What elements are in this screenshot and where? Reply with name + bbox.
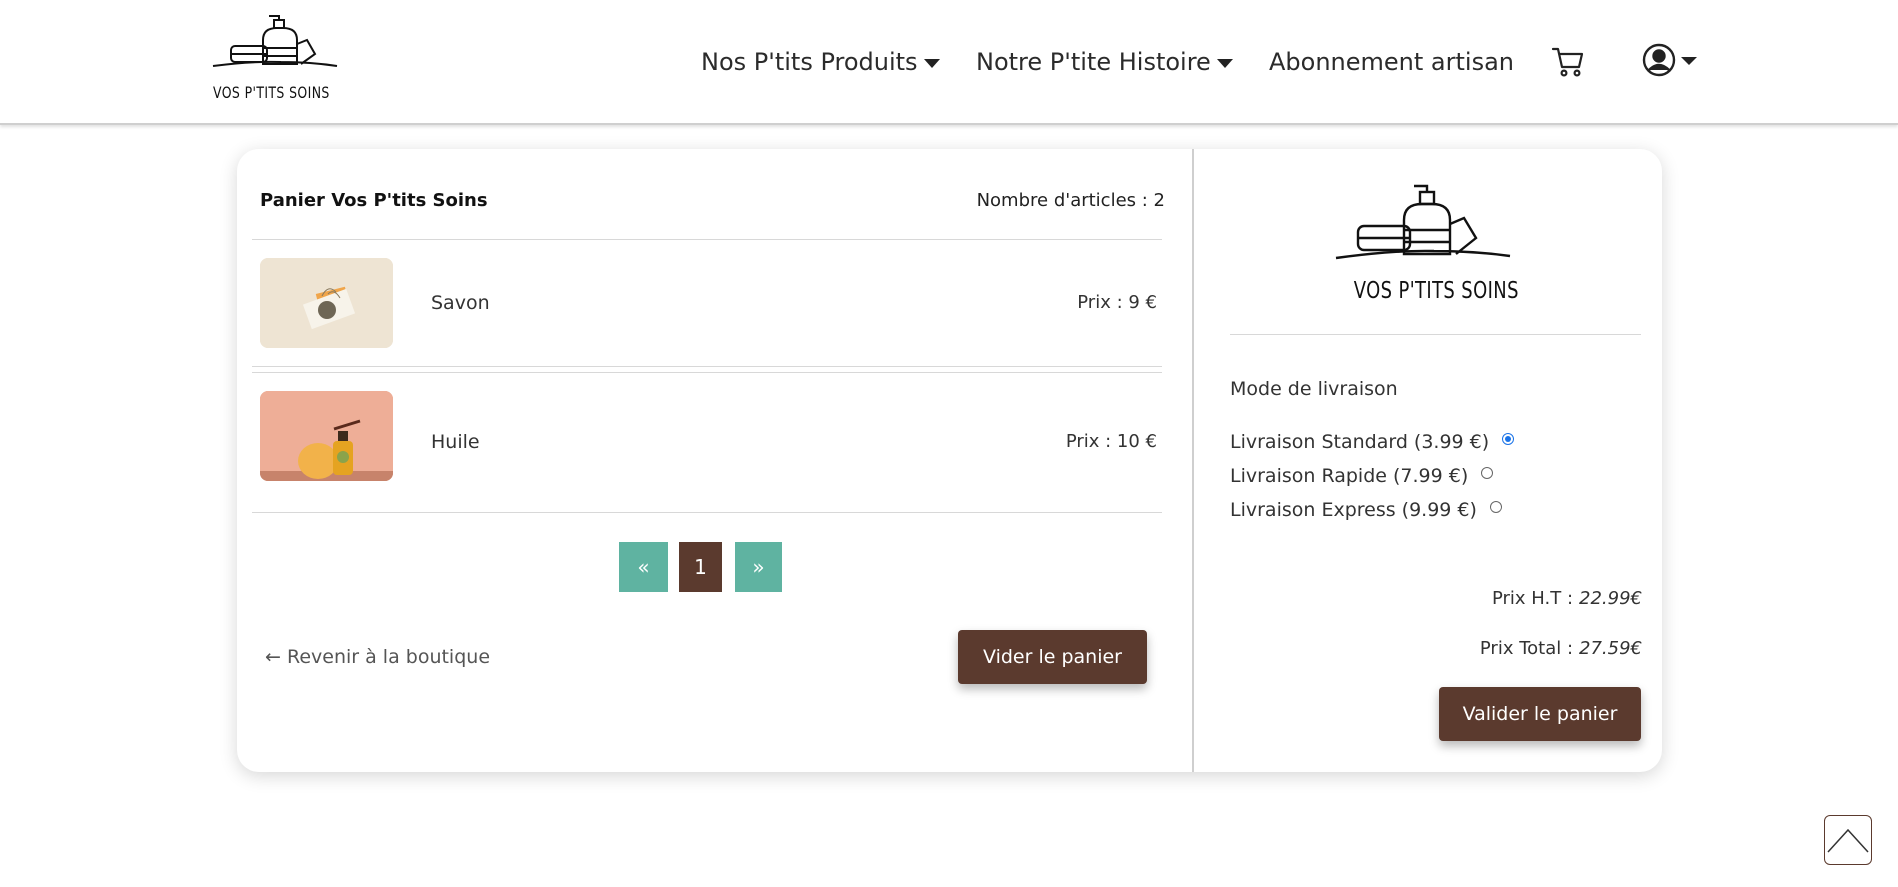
divider (252, 239, 1162, 240)
nav-story-dropdown[interactable]: Notre P'tite Histoire (976, 48, 1233, 76)
brand-logo-large: VOS P'TITS SOINS (1334, 184, 1519, 304)
cart-item-count: Nombre d'articles : 2 (976, 190, 1165, 211)
divider (252, 512, 1162, 513)
scroll-to-top-button[interactable] (1824, 815, 1872, 865)
divider (252, 372, 1162, 373)
price-ht: Prix H.T :22.99€ (1492, 588, 1642, 609)
price-total: Prix Total :27.59€ (1480, 638, 1642, 659)
item-name: Huile (431, 431, 480, 453)
divider (252, 366, 1162, 367)
oil-product-image (260, 391, 393, 481)
cart-title: Panier Vos P'tits Soins (260, 190, 488, 211)
brand-name: VOS P'TITS SOINS (213, 83, 330, 102)
empty-cart-button[interactable]: Vider le panier (958, 630, 1147, 684)
vertical-divider (1192, 149, 1194, 772)
chevron-down-icon (1216, 58, 1233, 68)
shipping-standard-radio[interactable] (1502, 433, 1515, 445)
item-price: Prix : 10 € (1065, 431, 1157, 452)
soap-product-image (260, 258, 393, 348)
user-circle-icon (1642, 43, 1697, 77)
divider (1230, 334, 1641, 335)
price-total-value: 27.59€ (1579, 638, 1642, 659)
chevron-up-icon (1827, 828, 1869, 853)
nav-story-label: Notre P'tite Histoire (976, 48, 1211, 76)
shipping-express-radio[interactable] (1489, 501, 1502, 513)
validate-cart-button[interactable]: Valider le panier (1439, 687, 1641, 741)
pagination-prev-button[interactable]: « (619, 542, 668, 592)
cart-icon[interactable] (1551, 45, 1585, 83)
navbar: VOS P'TITS SOINS Nos P'tits Produits Not… (0, 0, 1898, 125)
nav-subscription-label: Abonnement artisan (1269, 48, 1514, 76)
shipping-rapide-radio[interactable] (1481, 467, 1494, 479)
back-to-shop-link[interactable]: ← Revenir à la boutique (265, 646, 490, 668)
shipping-option-label: Livraison Express (9.99 €) (1230, 499, 1477, 521)
price-total-label: Prix Total : (1479, 638, 1574, 659)
nav-products-dropdown[interactable]: Nos P'tits Produits (701, 48, 940, 76)
pagination-next-button[interactable]: » (735, 542, 782, 592)
brand-name: VOS P'TITS SOINS (1353, 278, 1519, 304)
brand-logo[interactable]: VOS P'TITS SOINS (211, 14, 341, 102)
shipping-option-label: Livraison Rapide (7.99 €) (1230, 465, 1469, 487)
arrow-left-icon: ← (265, 646, 281, 668)
account-dropdown[interactable] (1642, 43, 1700, 83)
nav-products-label: Nos P'tits Produits (701, 48, 918, 76)
shipping-option-rapide[interactable]: Livraison Rapide (7.99 €) (1230, 465, 1494, 487)
item-name: Savon (431, 292, 490, 314)
shipping-option-label: Livraison Standard (3.99 €) (1230, 431, 1490, 453)
shipping-option-standard[interactable]: Livraison Standard (3.99 €) (1230, 431, 1515, 453)
price-ht-label: Prix H.T : (1491, 588, 1574, 609)
shipping-mode-title: Mode de livraison (1230, 378, 1398, 400)
nav-subscription-link[interactable]: Abonnement artisan (1269, 48, 1514, 76)
cart-card: Panier Vos P'tits Soins Nombre d'article… (237, 149, 1662, 772)
chevron-down-icon (923, 58, 940, 68)
price-ht-value: 22.99€ (1579, 588, 1642, 609)
back-to-shop-label: Revenir à la boutique (286, 646, 491, 668)
item-price: Prix : 9 € (1077, 292, 1157, 313)
logo-products-icon (1335, 184, 1511, 260)
logo-products-icon (212, 15, 338, 67)
pagination-page-button[interactable]: 1 (679, 542, 722, 592)
shipping-option-express[interactable]: Livraison Express (9.99 €) (1230, 499, 1502, 521)
